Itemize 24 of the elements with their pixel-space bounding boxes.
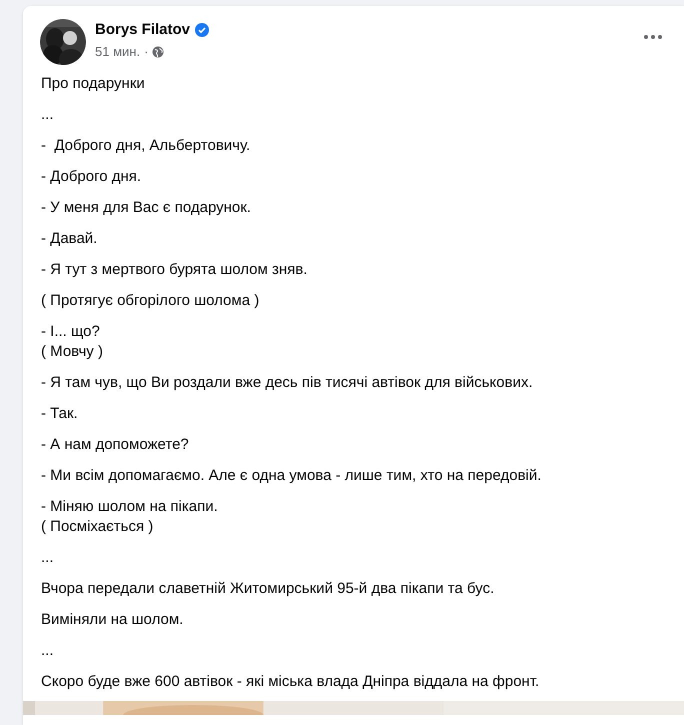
post-paragraph: - Давай. [41,229,98,249]
post-paragraph: - А нам допоможете? [41,435,190,455]
more-options-icon[interactable] [642,33,664,41]
separator: · [144,44,148,60]
post-paragraph: - Міняю шолом на пікапи. ( Посміхається ) [41,497,219,537]
post-paragraph: - Я тут з мертвого бурята шолом зняв. [41,260,308,280]
globe-icon [152,46,164,58]
post-time[interactable]: 51 мин. [95,44,140,60]
post-paragraph: - І... що? ( Мовчу ) [41,322,104,362]
post-paragraph: ... [41,548,55,568]
post-paragraph: Виміняли на шолом. [41,610,184,630]
post-paragraph: ( Протягує обгорілого шолома ) [41,291,260,311]
post-paragraph: - Я там чув, що Ви роздали вже десь пів тисячі автівок для військових. [41,373,534,393]
post-paragraph: - У меня для Вас є подарунок. [41,198,252,218]
post-paragraph: ... [41,105,55,125]
author-name[interactable]: Borys Filatov [95,20,190,40]
post-paragraph: Вчора передали славетній Житомирський 95-й два пікапи та бус. [41,579,496,599]
post-paragraph: ... [41,641,55,661]
post-paragraph: - Доброго дня. [41,167,142,187]
post-paragraph: - Ми всім допомагаємо. Але є одна умова - лише тим, хто на передовій. [41,466,542,486]
post-paragraph: Скоро буде вже 600 автівок - які міська влада Дніпра віддала на фронт. [41,672,540,692]
post-paragraph: Про подарунки [41,74,146,94]
post-paragraph: - Доброго дня, Альбертовичу. [41,136,252,156]
post-paragraph: - Так. [41,404,79,424]
